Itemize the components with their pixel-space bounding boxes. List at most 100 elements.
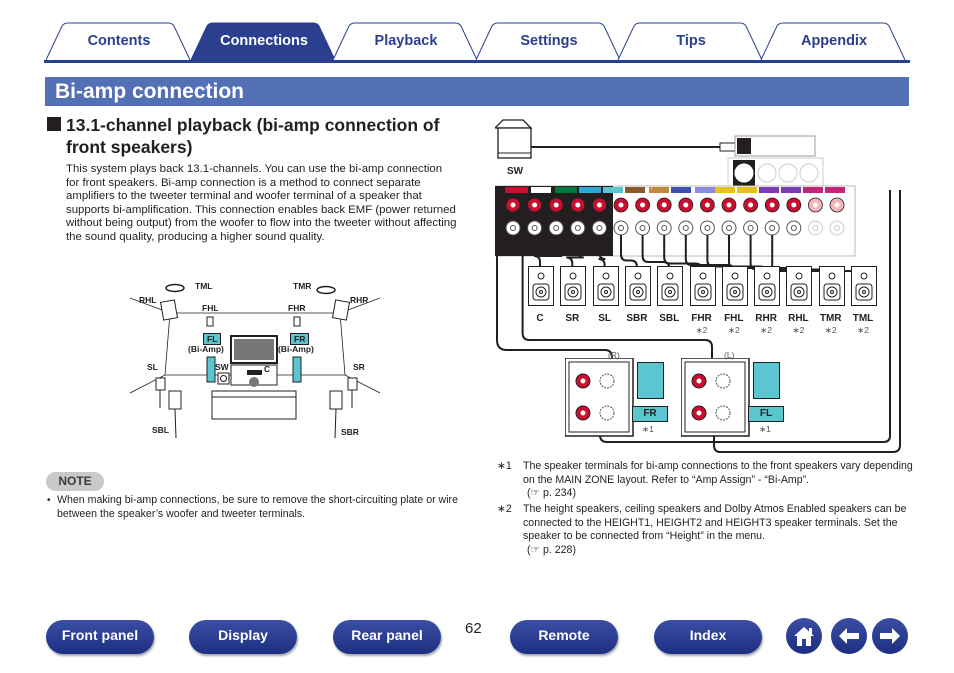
speaker-tml-icon bbox=[851, 266, 877, 306]
remote-button[interactable]: Remote bbox=[510, 620, 618, 654]
tab-label: Contents bbox=[87, 33, 151, 49]
sr-speaker-icon bbox=[347, 377, 358, 391]
negative-terminal-icon bbox=[786, 220, 802, 236]
reference-hand-icon: ☞ bbox=[530, 487, 541, 499]
speaker-label: TMR bbox=[819, 313, 842, 324]
rear-panel-button[interactable]: Rear panel bbox=[333, 620, 441, 654]
reference-hand-icon: ☞ bbox=[530, 543, 541, 556]
speaker-note: ∗2 bbox=[824, 325, 837, 335]
footnote-2-text: The height speakers, ceiling speakers an… bbox=[523, 503, 907, 542]
negative-terminal-icon bbox=[743, 220, 759, 236]
negative-terminal-icon bbox=[699, 220, 715, 236]
speaker-label: FHR bbox=[691, 313, 712, 324]
negative-terminal-icon bbox=[678, 220, 694, 236]
fr-label: FR bbox=[632, 406, 668, 422]
footnote-1-ref[interactable]: (☞ p. 234) bbox=[527, 487, 576, 499]
label-bi-amp-left: (Bi-Amp) bbox=[188, 344, 224, 354]
sofa-icon bbox=[211, 390, 297, 420]
section-heading: 13.1-channel playback (bi-amp connection… bbox=[66, 115, 440, 157]
footnote-2: The height speakers, ceiling speakers an… bbox=[523, 503, 913, 557]
tab-label: Playback bbox=[374, 33, 438, 49]
tab-appendix[interactable]: Appendix bbox=[759, 22, 909, 61]
speaker-tmr-icon bbox=[818, 266, 845, 306]
label-sbr: SBR bbox=[341, 427, 359, 437]
footnote-2-ref[interactable]: (☞ p. 228) bbox=[527, 544, 576, 556]
tmr-speaker-icon bbox=[316, 285, 336, 295]
speaker-note: ∗2 bbox=[695, 325, 708, 335]
speaker-fhl-icon bbox=[721, 266, 748, 306]
fr-speaker-icon bbox=[292, 356, 302, 383]
forward-button[interactable] bbox=[872, 618, 908, 654]
speaker-wire bbox=[641, 235, 671, 269]
negative-terminal-icon bbox=[764, 220, 780, 236]
label-c: C bbox=[264, 364, 271, 374]
subwoofer-label: SW bbox=[507, 166, 524, 177]
speaker-label: SR bbox=[565, 313, 580, 324]
note-bullet: • bbox=[47, 495, 51, 506]
speaker-wire bbox=[533, 235, 563, 266]
label-tml: TML bbox=[195, 281, 213, 291]
tab-underline bbox=[44, 60, 910, 63]
speaker-sr-icon bbox=[560, 266, 587, 306]
label-sw: SW bbox=[215, 362, 229, 372]
tab-contents[interactable]: Contents bbox=[44, 22, 194, 61]
back-button[interactable] bbox=[831, 618, 867, 654]
speaker-label: C bbox=[536, 313, 544, 324]
home-icon bbox=[794, 627, 814, 646]
negative-terminal-icon bbox=[715, 373, 731, 389]
negative-terminal-icon bbox=[505, 220, 521, 236]
tab-settings[interactable]: Settings bbox=[474, 22, 624, 61]
negative-terminal-icon bbox=[829, 220, 845, 236]
speaker-wire bbox=[566, 235, 584, 266]
arrow-left-icon bbox=[839, 628, 859, 644]
home-button[interactable] bbox=[786, 618, 822, 654]
tab-tips[interactable]: Tips bbox=[616, 22, 766, 61]
footnote-1-mark: ∗1 bbox=[497, 460, 512, 472]
sbr-speaker-icon bbox=[329, 390, 343, 410]
subwoofer-icon bbox=[217, 372, 230, 385]
page-number: 62 bbox=[465, 620, 482, 637]
speaker-sl-icon bbox=[592, 266, 619, 306]
channel-r-label: (R) bbox=[608, 350, 620, 360]
speaker-rhr-icon bbox=[754, 266, 781, 306]
label-tmr: TMR bbox=[293, 281, 312, 291]
negative-terminal-icon bbox=[570, 220, 586, 236]
tab-label: Settings bbox=[520, 33, 578, 49]
speaker-note: ∗2 bbox=[760, 325, 773, 335]
fr-speaker-icon bbox=[637, 362, 664, 399]
speaker-note: ∗2 bbox=[792, 325, 805, 335]
fl-label: FL bbox=[748, 406, 784, 422]
negative-terminal-icon bbox=[656, 220, 672, 236]
index-button[interactable]: Index bbox=[654, 620, 762, 654]
tab-bar: Contents Connections Playback Settings T… bbox=[44, 22, 910, 62]
speaker-note: ∗2 bbox=[727, 325, 740, 335]
tab-label: Tips bbox=[676, 33, 706, 49]
label-fhr: FHR bbox=[288, 303, 306, 313]
speaker-label: RHR bbox=[755, 313, 777, 324]
speaker-label: SBL bbox=[659, 313, 680, 324]
speaker-sbr-icon bbox=[624, 266, 651, 306]
speaker-label: SL bbox=[598, 313, 611, 324]
footnote-2-page: p. 228 bbox=[542, 543, 573, 556]
fhl-speaker-icon bbox=[206, 316, 214, 327]
footnote-1-text: The speaker terminals for bi-amp connect… bbox=[523, 460, 913, 486]
rhr-speaker-icon bbox=[331, 299, 351, 321]
speaker-label: TML bbox=[852, 313, 874, 324]
note-item: When making bi-amp connections, be sure … bbox=[57, 494, 458, 520]
front-panel-button[interactable]: Front panel bbox=[46, 620, 154, 654]
negative-terminal-icon bbox=[548, 220, 564, 236]
tab-playback[interactable]: Playback bbox=[331, 22, 481, 61]
tab-connections[interactable]: Connections bbox=[189, 22, 339, 61]
speaker-rhl-icon bbox=[786, 266, 813, 306]
room-layout-diagram: TML TMR RHL RHR FHL FHR FL FR (Bi-Amp) (… bbox=[129, 278, 381, 443]
label-sl: SL bbox=[147, 362, 158, 372]
display-button[interactable]: Display bbox=[189, 620, 297, 654]
speaker-wire bbox=[598, 235, 606, 266]
negative-terminal-icon bbox=[613, 220, 629, 236]
negative-terminal-icon bbox=[591, 220, 607, 236]
listener-icon bbox=[249, 377, 259, 387]
section-body: This system plays back 13.1-channels. Yo… bbox=[66, 163, 457, 243]
speaker-note: ∗2 bbox=[857, 325, 869, 335]
fl-note: ∗1 bbox=[759, 424, 771, 434]
negative-terminal-icon bbox=[527, 220, 543, 236]
